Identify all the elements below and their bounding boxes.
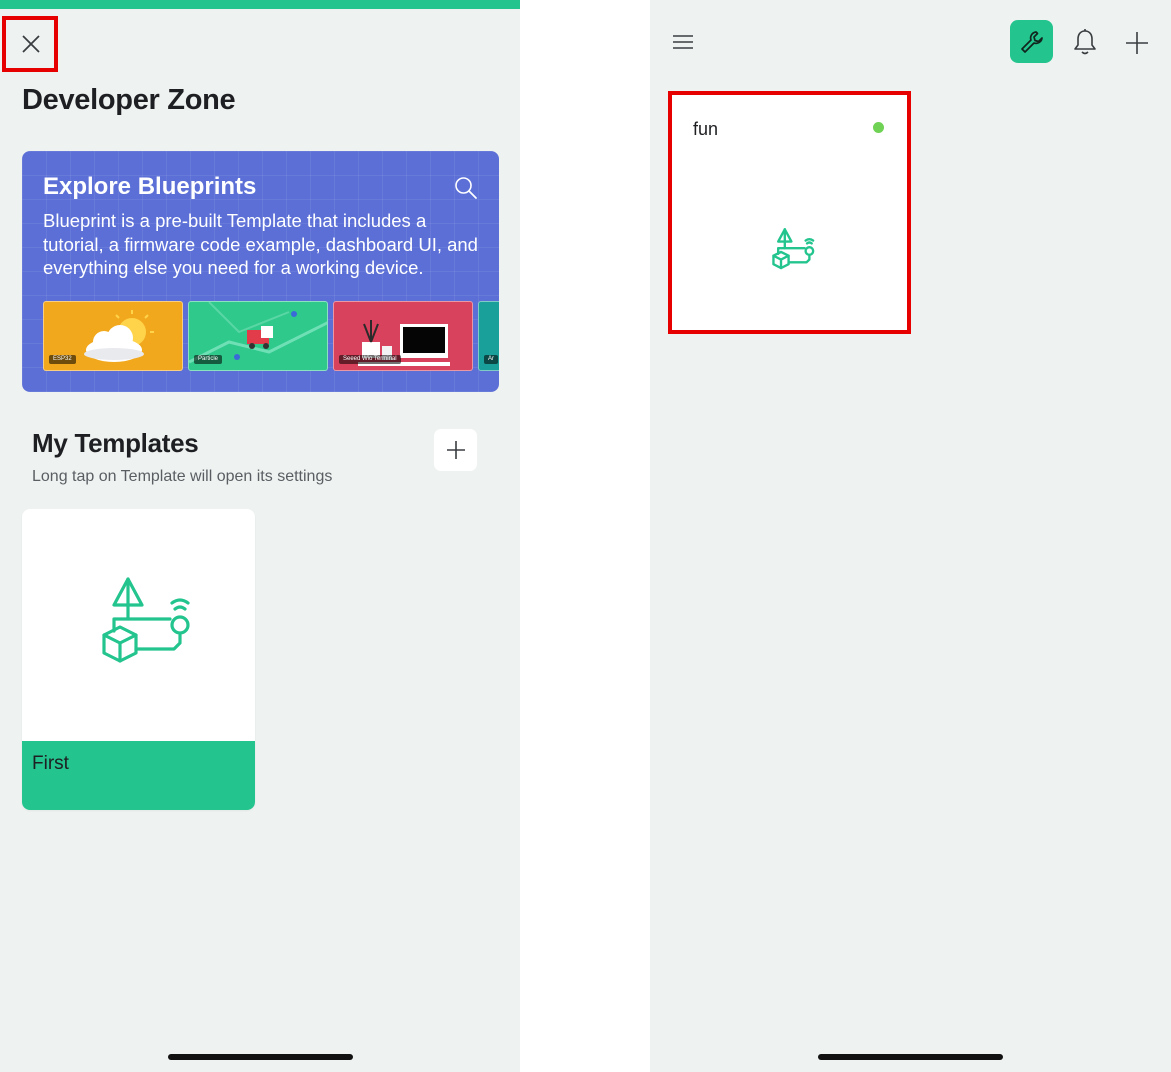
template-icon-area (22, 509, 255, 741)
close-icon (22, 35, 40, 53)
add-template-button[interactable] (434, 429, 477, 471)
blueprints-description: Blueprint is a pre-built Template that i… (43, 210, 478, 278)
template-card-footer: First (22, 741, 255, 810)
blueprint-thumbnail-partial[interactable]: Ar (478, 301, 499, 371)
blueprint-thumbnail-tracker[interactable]: Particle (188, 301, 328, 371)
notifications-button[interactable] (1070, 26, 1100, 58)
device-online-status-dot (873, 122, 884, 133)
devices-screen: fun (650, 0, 1171, 1072)
home-indicator (168, 1054, 353, 1060)
device-template-icon (772, 228, 815, 270)
blueprint-thumbnail-weather[interactable]: ESP32 (43, 301, 183, 371)
template-name: First (32, 753, 69, 774)
bell-icon (1074, 29, 1096, 55)
hamburger-menu-icon (673, 35, 693, 49)
top-accent-bar (0, 0, 520, 9)
close-button[interactable] (6, 19, 56, 69)
thumbnail-tag: ESP32 (49, 355, 76, 364)
add-device-button[interactable] (1122, 28, 1152, 58)
thumbnail-tag: Seeed Wio Terminal (339, 355, 401, 364)
device-card-fun[interactable]: fun (672, 95, 907, 330)
blueprints-title: Explore Blueprints (43, 173, 257, 200)
blueprint-thumbnail-terminal[interactable]: Seeed Wio Terminal (333, 301, 473, 371)
wrench-icon (1020, 30, 1043, 53)
page-title: Developer Zone (22, 84, 236, 116)
device-template-icon (101, 577, 190, 663)
home-indicator (818, 1054, 1003, 1060)
device-name: fun (693, 119, 719, 139)
menu-button[interactable] (668, 28, 698, 56)
explore-blueprints-card[interactable]: Explore Blueprints Blueprint is a pre-bu… (22, 151, 499, 392)
developer-mode-button[interactable] (1010, 20, 1053, 63)
thumbnail-tag: Ar (484, 355, 498, 364)
plus-icon (446, 441, 465, 459)
template-card-first[interactable]: First (22, 509, 255, 810)
search-icon (455, 177, 477, 199)
my-templates-title: My Templates (32, 428, 199, 458)
blueprints-search-button[interactable] (453, 175, 479, 201)
plus-icon (1126, 32, 1148, 54)
thumbnail-tag: Particle (194, 355, 223, 364)
screenshot-root: Developer Zone Explore Blueprints Bluepr… (0, 0, 1171, 1072)
developer-zone-screen: Developer Zone Explore Blueprints Bluepr… (0, 0, 520, 1072)
my-templates-subtitle: Long tap on Template will open its setti… (32, 468, 333, 485)
